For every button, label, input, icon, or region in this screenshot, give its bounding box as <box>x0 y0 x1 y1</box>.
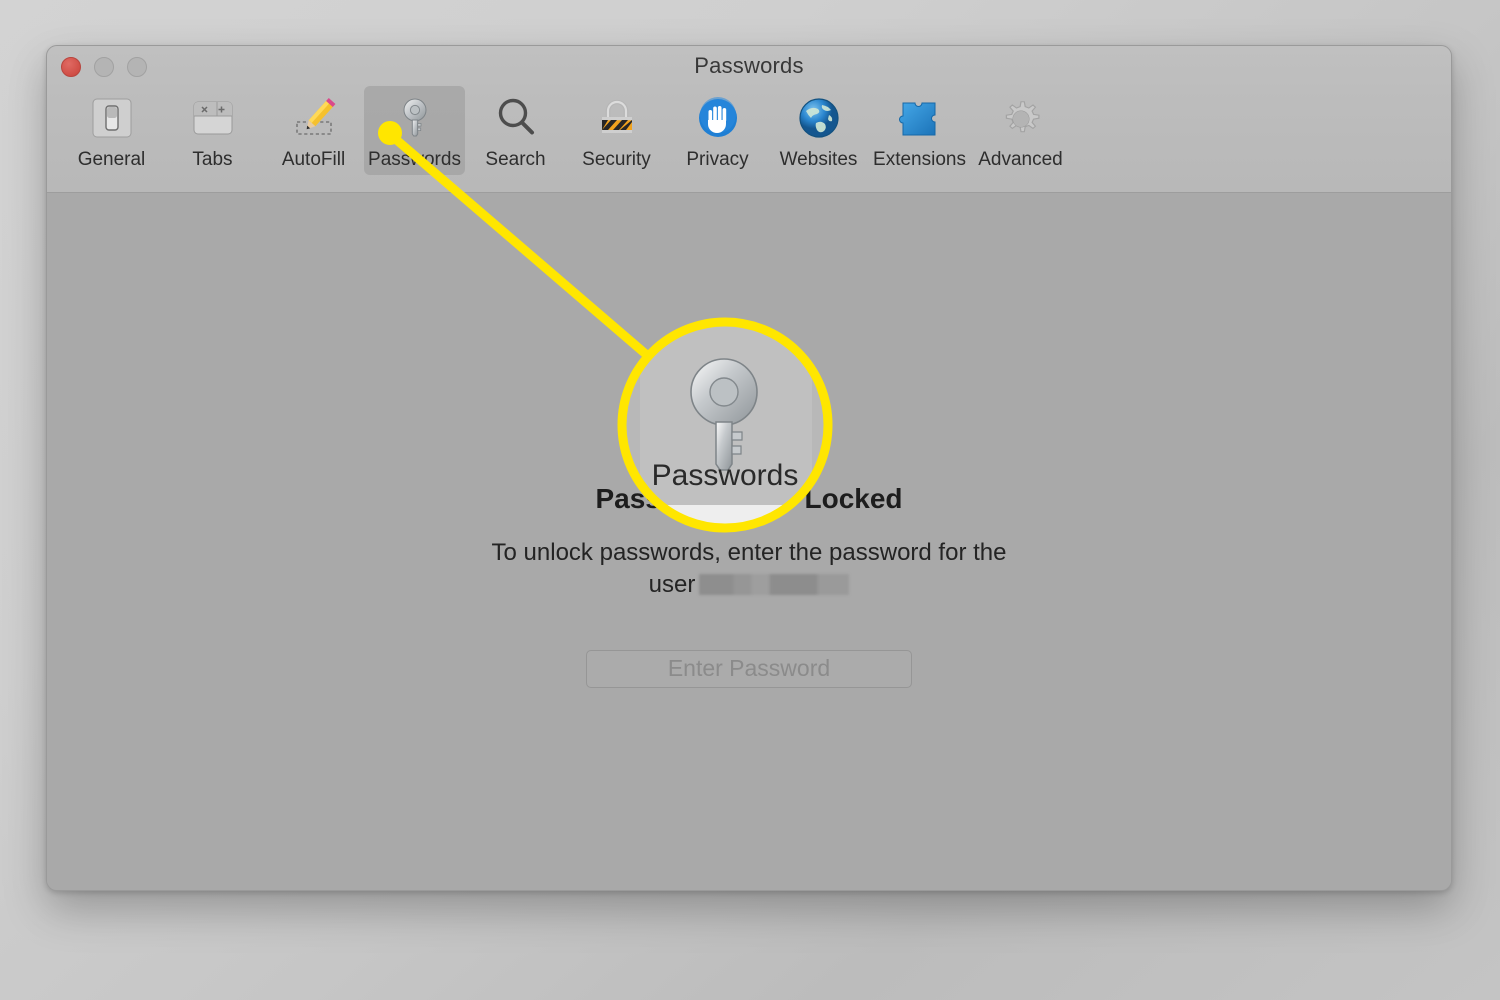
magnifier-icon <box>490 92 542 144</box>
preferences-toolbar[interactable]: General Tabs AutoFill Passwords Search S… <box>47 86 1451 192</box>
gear-icon <box>995 92 1047 144</box>
toolbar-item-label: Extensions <box>873 149 966 170</box>
toolbar-item-label: Passwords <box>368 149 461 170</box>
toolbar-item-passwords[interactable]: Passwords <box>364 86 465 175</box>
tabs-icon <box>187 92 239 144</box>
toolbar-item-search[interactable]: Search <box>465 86 566 175</box>
large-key-icon <box>671 319 827 475</box>
locked-state: Passwords Are Locked To unlock passwords… <box>47 319 1451 688</box>
toolbar-item-label: Security <box>582 149 651 170</box>
enter-password-button[interactable]: Enter Password <box>586 649 912 688</box>
window-chrome: Passwords General Tabs AutoFill Password… <box>47 46 1451 193</box>
locked-description-line1: To unlock passwords, enter the password … <box>491 539 1007 566</box>
maximize-button-icon[interactable] <box>127 57 147 77</box>
globe-icon <box>793 92 845 144</box>
toolbar-item-label: Websites <box>779 149 858 170</box>
toolbar-item-privacy[interactable]: Privacy <box>667 86 768 175</box>
pencil-icon <box>288 92 340 144</box>
redacted-username <box>699 574 850 596</box>
switch-icon <box>86 92 138 144</box>
toolbar-item-autofill[interactable]: AutoFill <box>263 86 364 175</box>
toolbar-item-label: Search <box>485 149 546 170</box>
toolbar-item-label: Privacy <box>686 149 749 170</box>
window-titlebar: Passwords <box>47 46 1451 86</box>
toolbar-item-label: Tabs <box>192 149 233 170</box>
locked-heading: Passwords Are Locked <box>595 483 903 514</box>
close-button-icon[interactable] <box>61 57 81 77</box>
padlock-icon <box>591 92 643 144</box>
toolbar-item-label: Advanced <box>978 149 1063 170</box>
key-icon <box>389 92 441 144</box>
toolbar-item-extensions[interactable]: Extensions <box>869 86 970 175</box>
locked-description: To unlock passwords, enter the password … <box>439 537 1059 602</box>
toolbar-item-websites[interactable]: Websites <box>768 86 869 175</box>
toolbar-item-label: General <box>77 149 146 170</box>
passwords-pane: Passwords Are Locked To unlock passwords… <box>47 193 1451 890</box>
hand-icon <box>692 92 744 144</box>
preferences-window: Passwords General Tabs AutoFill Password… <box>46 45 1452 891</box>
toolbar-item-security[interactable]: Security <box>566 86 667 175</box>
toolbar-item-label: AutoFill <box>281 149 346 170</box>
traffic-light-buttons[interactable] <box>61 57 147 77</box>
puzzle-icon <box>894 92 946 144</box>
minimize-button-icon[interactable] <box>94 57 114 77</box>
window-title: Passwords <box>694 53 804 78</box>
locked-description-user-label: user <box>648 571 696 599</box>
toolbar-item-general[interactable]: General <box>61 86 162 175</box>
toolbar-item-advanced[interactable]: Advanced <box>970 86 1071 175</box>
toolbar-item-tabs[interactable]: Tabs <box>162 86 263 175</box>
